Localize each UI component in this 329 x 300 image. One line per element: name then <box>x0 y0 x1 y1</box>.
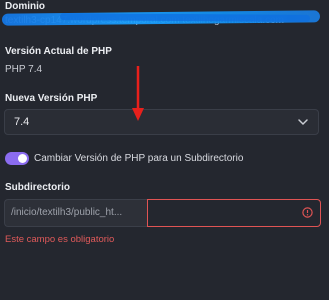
subdirectory-toggle-label: Cambiar Versión de PHP para un Subdirect… <box>34 153 244 164</box>
php-version-select[interactable]: 7.4 <box>4 109 319 135</box>
new-php-label: Nueva Versión PHP <box>5 93 98 104</box>
subdirectory-label: Subdirectorio <box>5 182 71 193</box>
php-version-selected: 7.4 <box>14 116 30 128</box>
subdirectory-input[interactable] <box>147 199 321 227</box>
error-circle-icon <box>302 207 313 218</box>
subdirectory-toggle[interactable] <box>5 152 29 165</box>
current-php-label: Versión Actual de PHP <box>5 46 112 57</box>
subdirectory-error: Este campo es obligatorio <box>5 234 115 245</box>
red-arrow-annotation <box>132 66 144 121</box>
subdirectory-prefix: /inicio/textilh3/public_ht... <box>4 199 148 227</box>
subdirectory-prefix-text: /inicio/textilh3/public_ht... <box>11 207 123 218</box>
domain-label: Dominio <box>5 1 45 12</box>
chevron-down-icon <box>298 119 308 126</box>
current-php-value: PHP 7.4 <box>5 64 43 75</box>
